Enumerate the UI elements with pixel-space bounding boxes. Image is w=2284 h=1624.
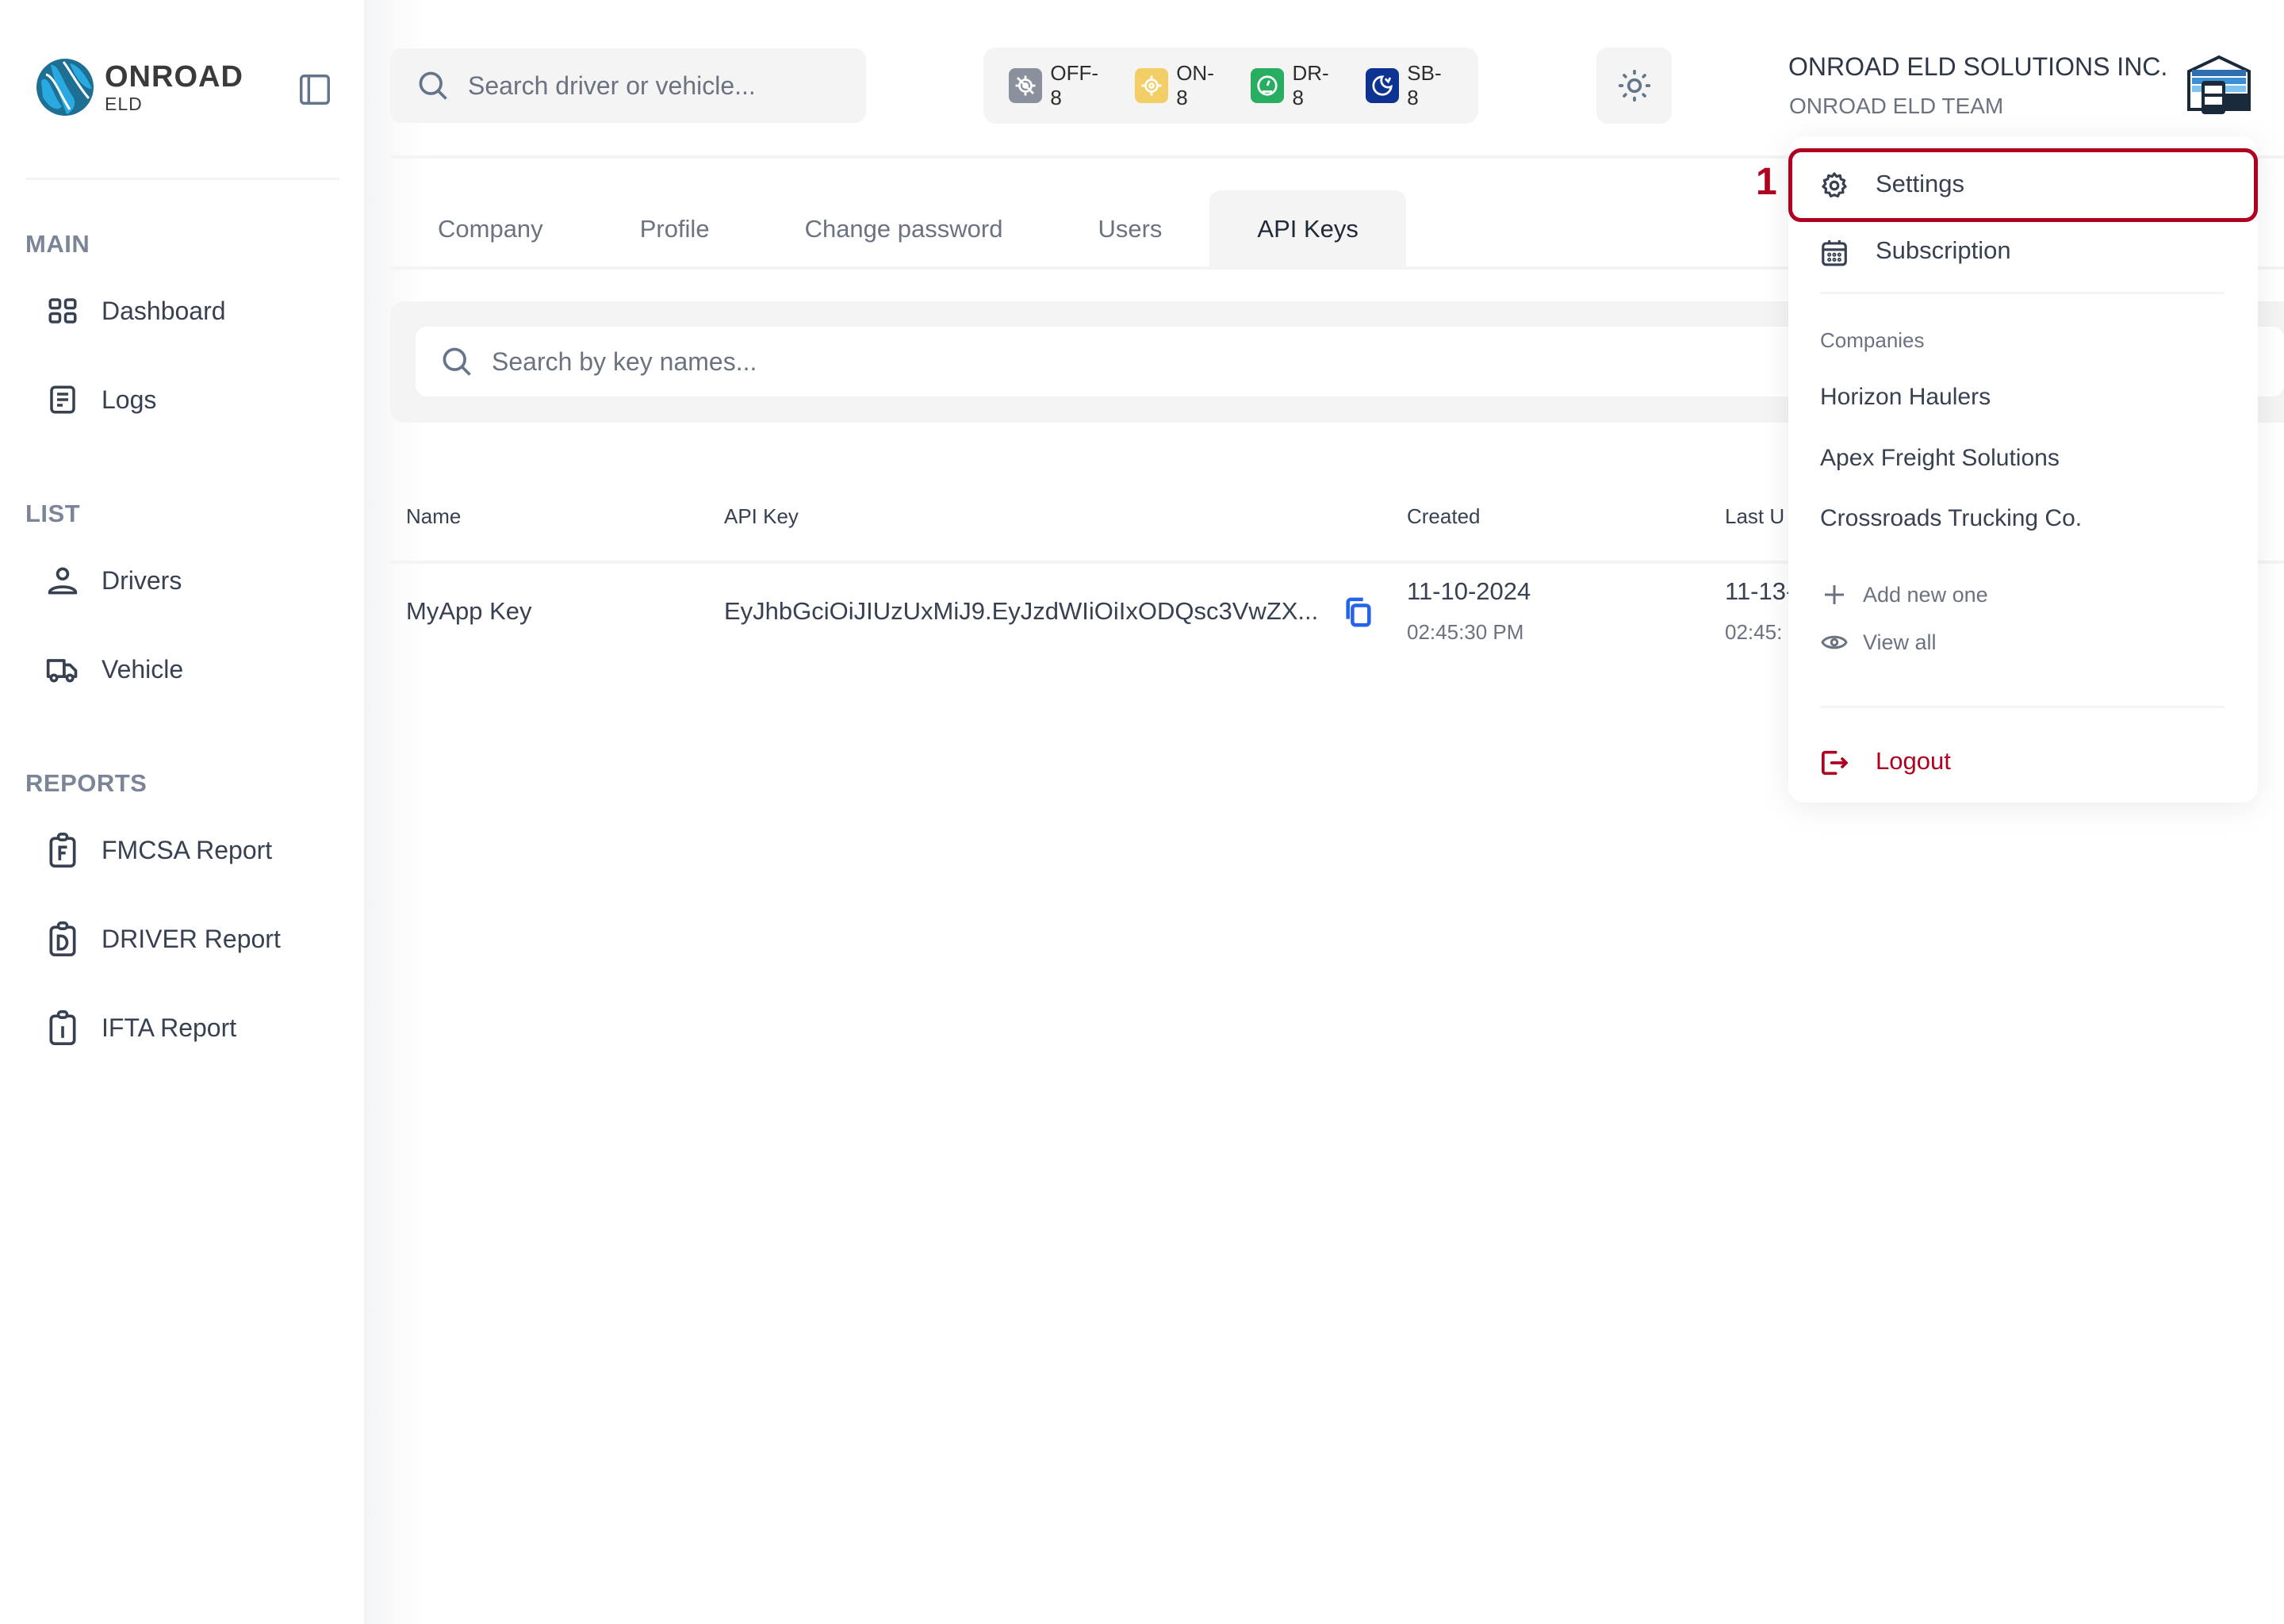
truck-icon bbox=[43, 649, 82, 689]
last-used-time: 02:45: bbox=[1725, 620, 1783, 644]
team-name: ONROAD ELD TEAM bbox=[1789, 94, 2004, 118]
menu-divider bbox=[1820, 706, 2225, 708]
api-key-search-input[interactable] bbox=[492, 347, 1602, 377]
calendar-icon bbox=[1818, 236, 1850, 268]
sleeper-icon bbox=[1365, 68, 1400, 103]
step-number-annotation: 1 bbox=[1756, 161, 1777, 203]
brand-title: ONROAD bbox=[105, 59, 243, 94]
view-all-companies-button[interactable]: View all bbox=[1820, 628, 1937, 657]
sidebar-toggle-button[interactable] bbox=[295, 70, 335, 109]
companies-heading: Companies bbox=[1820, 328, 1925, 352]
menu-item-subscription[interactable]: Subscription bbox=[1788, 220, 2258, 284]
company-option[interactable]: Apex Freight Solutions bbox=[1820, 445, 2060, 472]
settings-tabs: Company Profile Change password Users AP… bbox=[390, 190, 1406, 268]
created-date: 11-10-2024 bbox=[1407, 577, 1531, 605]
logout-icon bbox=[1818, 747, 1850, 779]
company-avatar[interactable] bbox=[2182, 54, 2255, 119]
driving-icon bbox=[1251, 68, 1285, 103]
plus-icon bbox=[1825, 585, 1844, 604]
on-duty-icon bbox=[1134, 68, 1169, 103]
sidebar-item-vehicle[interactable]: Vehicle bbox=[43, 645, 183, 693]
menu-item-label: Logout bbox=[1876, 747, 1951, 775]
sidebar-item-label: Logs bbox=[102, 385, 157, 414]
off-duty-icon bbox=[1009, 68, 1043, 103]
copy-icon bbox=[1346, 597, 1371, 627]
sidebar-item-label: Drivers bbox=[102, 565, 182, 595]
column-header-created: Created bbox=[1407, 504, 1481, 528]
status-label: DR-8 bbox=[1292, 61, 1329, 109]
logo-mark-icon bbox=[36, 59, 94, 116]
tab-company[interactable]: Company bbox=[390, 190, 591, 268]
sun-icon bbox=[1618, 69, 1650, 102]
driver-vehicle-search[interactable] bbox=[390, 48, 866, 123]
view-all-label: View all bbox=[1863, 630, 1937, 654]
company-name[interactable]: ONROAD ELD SOLUTIONS INC. bbox=[1788, 52, 2167, 82]
search-icon bbox=[419, 71, 447, 100]
sidebar-item-logs[interactable]: Logs bbox=[43, 376, 156, 423]
truck-logo-icon bbox=[2187, 55, 2251, 114]
sidebar-item-label: DRIVER Report bbox=[102, 924, 281, 953]
status-label: OFF-8 bbox=[1050, 61, 1099, 109]
sidebar-item-dashboard[interactable]: Dashboard bbox=[43, 287, 226, 335]
user-icon bbox=[43, 561, 82, 600]
column-header-api-key: API Key bbox=[724, 504, 799, 528]
duty-status-summary: OFF-8 ON-8 DR-8 SB-8 bbox=[983, 48, 1478, 124]
status-label: SB-8 bbox=[1407, 61, 1442, 109]
status-driving[interactable]: DR-8 bbox=[1251, 61, 1339, 110]
section-label-list: LIST bbox=[25, 500, 81, 527]
menu-item-label: Settings bbox=[1876, 170, 1965, 197]
api-key-name: MyApp Key bbox=[406, 597, 532, 625]
status-on-duty[interactable]: ON-8 bbox=[1134, 61, 1224, 110]
tab-profile[interactable]: Profile bbox=[591, 190, 757, 268]
last-used-date: 11-13- bbox=[1725, 577, 1795, 605]
sidebar-panel-icon bbox=[300, 75, 330, 105]
status-off-duty[interactable]: OFF-8 bbox=[1009, 61, 1108, 110]
tab-change-password[interactable]: Change password bbox=[757, 190, 1051, 268]
account-dropdown-menu: Settings Subscription Companies Horizon … bbox=[1788, 136, 2258, 802]
menu-divider bbox=[1820, 292, 2225, 294]
column-header-last-used: Last U bbox=[1725, 504, 1785, 528]
add-company-label: Add new one bbox=[1863, 582, 1988, 607]
menu-item-settings[interactable]: Settings bbox=[1788, 149, 2258, 223]
created-time: 02:45:30 PM bbox=[1407, 620, 1524, 644]
sidebar-item-drivers[interactable]: Drivers bbox=[43, 557, 182, 604]
driver-vehicle-search-input[interactable] bbox=[468, 71, 849, 101]
copy-key-button[interactable] bbox=[1343, 596, 1374, 630]
theme-toggle-button[interactable] bbox=[1596, 48, 1672, 124]
search-icon bbox=[443, 347, 471, 376]
sidebar-item-label: IFTA Report bbox=[102, 1013, 237, 1042]
section-label-main: MAIN bbox=[25, 230, 90, 258]
gear-icon bbox=[1818, 170, 1850, 201]
brand-logo[interactable]: ONROAD ELD bbox=[35, 57, 243, 117]
company-option[interactable]: Crossroads Trucking Co. bbox=[1820, 505, 2082, 532]
clipboard-f-icon bbox=[43, 830, 82, 870]
document-icon bbox=[43, 380, 82, 419]
sidebar: ONROAD ELD MAIN Dashboard Logs LIST Driv… bbox=[0, 0, 364, 1624]
sidebar-item-label: FMCSA Report bbox=[102, 835, 273, 864]
column-header-name: Name bbox=[406, 504, 462, 528]
status-label: ON-8 bbox=[1176, 61, 1214, 109]
status-sleeper[interactable]: SB-8 bbox=[1365, 61, 1451, 110]
clipboard-d-icon bbox=[43, 919, 82, 959]
add-company-button[interactable]: Add new one bbox=[1820, 580, 1988, 609]
menu-item-label: Subscription bbox=[1876, 236, 2011, 264]
brand-subtitle: ELD bbox=[105, 93, 143, 114]
api-key-value: EyJhbGciOiJIUzUxMiJ9.EyJzdWIiOiIxODQsc3V… bbox=[724, 597, 1319, 625]
company-option[interactable]: Horizon Haulers bbox=[1820, 384, 1991, 411]
sidebar-item-label: Vehicle bbox=[102, 654, 184, 684]
sidebar-item-fmcsa-report[interactable]: FMCSA Report bbox=[43, 826, 272, 874]
eye-icon bbox=[1821, 635, 1848, 649]
sidebar-item-label: Dashboard bbox=[102, 296, 226, 325]
sidebar-item-driver-report[interactable]: DRIVER Report bbox=[43, 915, 281, 963]
tab-api-keys[interactable]: API Keys bbox=[1209, 190, 1406, 268]
grid-icon bbox=[43, 291, 82, 331]
tab-users[interactable]: Users bbox=[1050, 190, 1209, 268]
section-label-reports: REPORTS bbox=[25, 769, 148, 797]
sidebar-divider bbox=[25, 178, 339, 180]
menu-item-logout[interactable]: Logout bbox=[1788, 733, 2258, 796]
sidebar-item-ifta-report[interactable]: IFTA Report bbox=[43, 1004, 236, 1051]
clipboard-i-icon bbox=[43, 1008, 82, 1048]
